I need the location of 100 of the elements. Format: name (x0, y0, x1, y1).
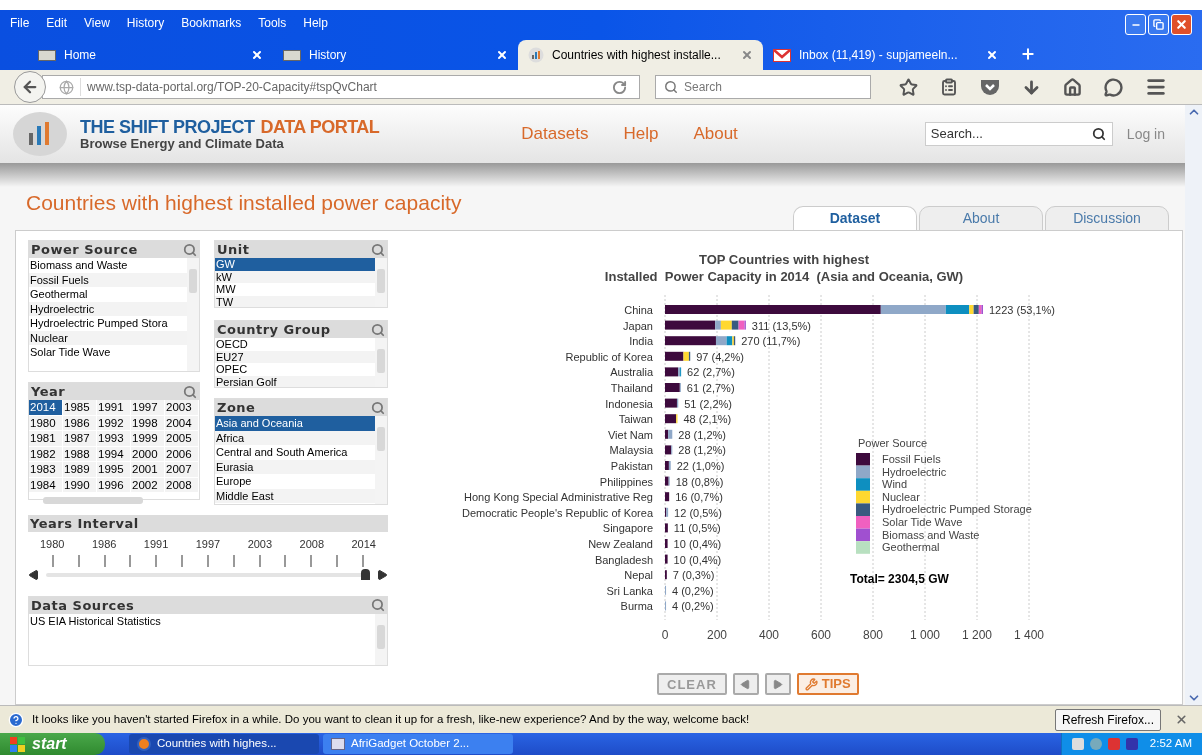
scrollbar[interactable] (375, 258, 387, 307)
close-tab-icon[interactable] (741, 49, 753, 61)
search-icon[interactable] (1091, 127, 1106, 141)
year-item[interactable]: 2001 (131, 462, 165, 478)
menu-item[interactable]: Bookmarks (181, 13, 242, 32)
browser-tab[interactable]: Countries with highest installe... (518, 40, 763, 70)
tick-mark (181, 554, 184, 567)
bookmark-star-icon[interactable] (899, 77, 918, 97)
year-item[interactable]: 1999 (131, 431, 165, 447)
slider-right-arrow-icon[interactable] (376, 568, 388, 581)
list-item[interactable]: Middle East (215, 488, 375, 503)
content-tab[interactable]: Dataset (793, 206, 917, 231)
close-tab-icon[interactable] (496, 49, 508, 61)
menu-item[interactable]: Help (303, 13, 328, 32)
reading-list-icon[interactable] (940, 78, 958, 96)
list-item[interactable]: Asia and Oceania (215, 416, 375, 431)
value-label: 4 (0,2%) (672, 584, 714, 597)
browser-tab[interactable]: Home (28, 40, 273, 70)
reload-icon[interactable] (612, 79, 627, 95)
scrollbar[interactable] (375, 338, 387, 387)
year-item[interactable]: 1981 (29, 431, 63, 447)
new-tab-icon[interactable] (1020, 46, 1036, 62)
list-item[interactable]: TW (215, 295, 375, 307)
year-item[interactable]: 2014 (29, 400, 63, 416)
slider-left-arrow-icon[interactable] (28, 568, 40, 581)
list-item[interactable]: Geothermal (29, 287, 187, 302)
list-item[interactable]: Biomass and Waste (29, 258, 187, 273)
content-tab[interactable]: About (919, 206, 1043, 231)
search-icon (664, 80, 678, 94)
site-search-field[interactable]: Search... (924, 122, 1113, 146)
list-item[interactable]: Persian Golf (215, 375, 375, 387)
menu-item[interactable]: Edit (46, 13, 68, 32)
close-icon[interactable] (1175, 713, 1188, 726)
year-item[interactable]: 1985 (63, 400, 97, 416)
list-item[interactable]: Central and South America (215, 445, 375, 460)
search-field[interactable]: Search (655, 75, 871, 99)
list-item[interactable]: Europe (215, 474, 375, 489)
page-scrollbar[interactable] (1185, 105, 1202, 705)
menu-icon[interactable] (1145, 76, 1167, 98)
value-label: 4 (0,2%) (672, 600, 714, 613)
year-item[interactable]: 1989 (63, 462, 97, 478)
next-button[interactable] (764, 673, 791, 695)
list-item[interactable]: Nuclear (29, 330, 187, 345)
scrollbar[interactable] (187, 258, 199, 371)
menu-item[interactable]: History (126, 13, 165, 32)
search-input[interactable]: Search... (925, 124, 1086, 144)
content-tab[interactable]: Discussion (1045, 206, 1169, 231)
previous-button[interactable] (732, 673, 759, 695)
tray-icon[interactable] (1125, 738, 1138, 750)
list-item[interactable]: OPEC (215, 363, 375, 376)
list-item[interactable]: Fossil Fuels (29, 272, 187, 287)
menu-item[interactable]: Tools (258, 13, 287, 32)
year-item[interactable]: 2007 (165, 462, 199, 478)
year-item[interactable]: 1997 (131, 400, 165, 416)
chat-icon[interactable] (1104, 77, 1123, 97)
slider-thumb[interactable] (361, 569, 370, 580)
search-input[interactable]: Search (684, 78, 854, 96)
list-item[interactable]: Eurasia (215, 459, 375, 474)
list-item[interactable]: Hydroelectric Pumped Stora (29, 316, 187, 331)
year-item[interactable]: 1991 (97, 400, 131, 416)
list-item[interactable]: US EIA Historical Statistics (29, 613, 375, 628)
close-button[interactable] (1171, 14, 1192, 35)
year-item[interactable]: 2005 (165, 431, 199, 447)
menu-item[interactable]: View (84, 13, 110, 32)
year-item[interactable]: 1993 (97, 431, 131, 447)
close-tab-icon[interactable] (251, 49, 263, 61)
list-item[interactable]: GW (215, 258, 375, 271)
list-item[interactable]: Solar Tide Wave (29, 345, 187, 360)
minimize-button[interactable] (1125, 14, 1146, 35)
start-button[interactable]: start (0, 733, 105, 755)
year-item[interactable]: 1987 (63, 431, 97, 447)
back-button[interactable] (14, 71, 46, 103)
list-item[interactable]: EU27 (215, 350, 375, 363)
value-label: 10 (0,4%) (673, 553, 722, 566)
address-field[interactable]: www.tsp-data-portal.org/TOP-20-Capacity#tspQvChart (42, 75, 640, 99)
year-item[interactable]: 1995 (97, 462, 131, 478)
close-tab-icon[interactable] (986, 49, 998, 61)
value-label: 1223 (53,1%) (989, 304, 1056, 316)
legend-label: Hydroelectric (882, 465, 947, 478)
year-item[interactable]: 2003 (165, 400, 199, 416)
taskbar-item[interactable]: AfriGadget October 2... (323, 734, 513, 754)
refresh-firefox-button[interactable]: Refresh Firefox... (1054, 708, 1161, 731)
scrollbar[interactable] (375, 416, 387, 504)
browser-tab[interactable]: Inbox (11,419) - supjameeln... (763, 40, 1008, 70)
taskbar-item[interactable]: Countries with highes... (129, 734, 319, 754)
slider-tick-label: 2003 (247, 537, 273, 552)
tray-icon[interactable] (1071, 738, 1084, 750)
range-slider[interactable] (46, 569, 370, 580)
list-item[interactable]: MW (215, 283, 375, 296)
list-item[interactable]: Hydroelectric (29, 301, 187, 316)
list-item[interactable]: OECD (215, 338, 375, 351)
scrollbar[interactable] (375, 613, 387, 665)
browser-tab[interactable]: History (273, 40, 518, 70)
legend-label: Geothermal (882, 541, 940, 554)
menu-item[interactable]: File (10, 13, 30, 32)
restore-button[interactable] (1148, 14, 1169, 35)
slider-tick-label: 1980 (40, 537, 65, 552)
year-item[interactable]: 1983 (29, 462, 63, 478)
home-icon[interactable] (1063, 77, 1082, 97)
pocket-icon[interactable] (980, 78, 1000, 96)
